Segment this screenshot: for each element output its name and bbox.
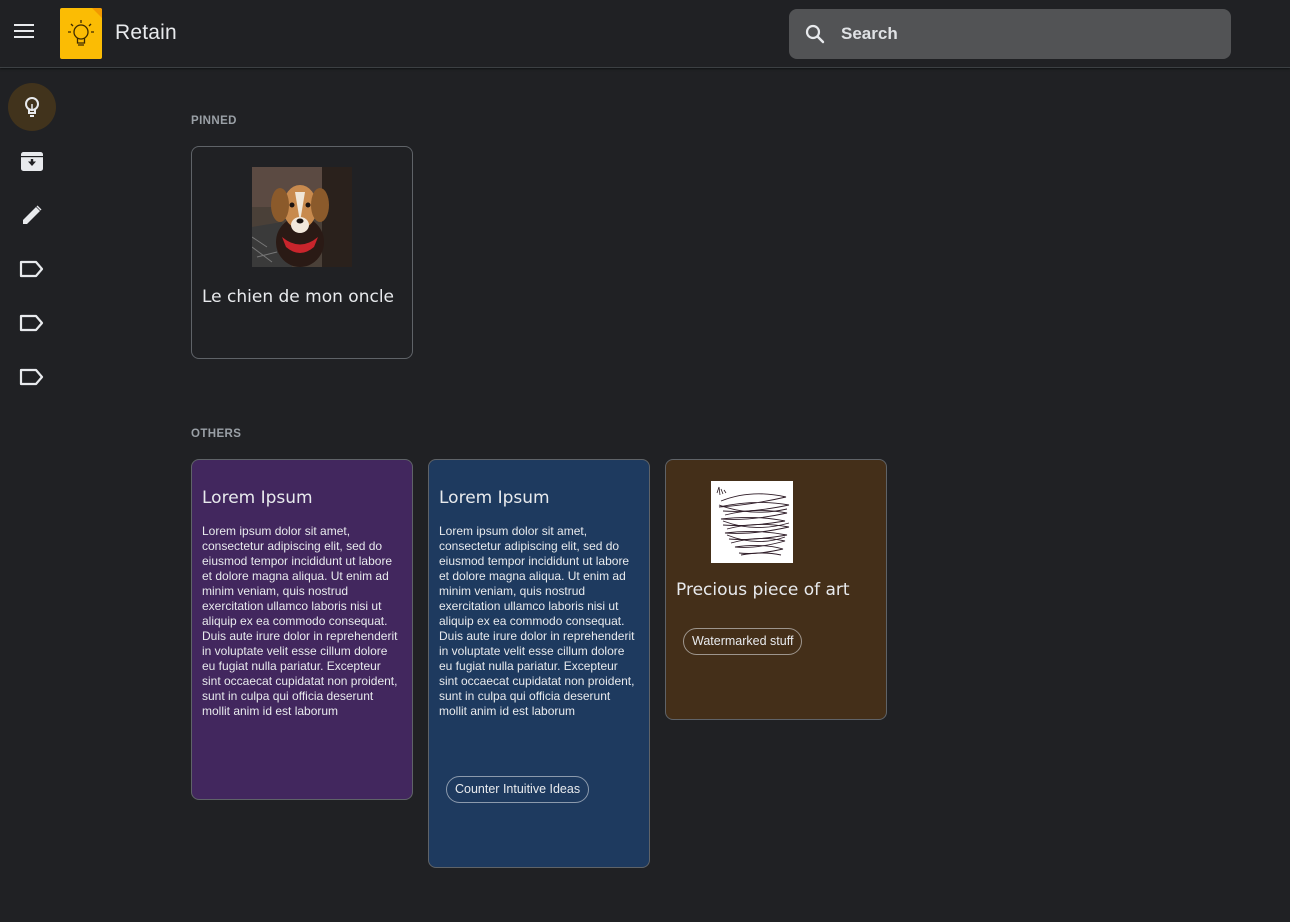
hamburger-menu-icon (14, 24, 34, 38)
scribble-drawing-image (711, 481, 793, 563)
lightbulb-icon (25, 97, 39, 117)
lightbulb-logo-icon (68, 8, 102, 46)
note-title: Lorem Ipsum (202, 488, 313, 508)
pinned-section-label: PINNED (191, 115, 237, 127)
note-card[interactable]: Lorem Ipsum Lorem ipsum dolor sit amet, … (191, 459, 413, 800)
note-body: Lorem ipsum dolor sit amet, consectetur … (439, 524, 635, 718)
note-label-chip[interactable]: Watermarked stuff (683, 628, 803, 655)
sidebar-item-label-3[interactable] (8, 353, 56, 401)
others-section-label: OTHERS (191, 428, 242, 440)
sidebar-item-archive[interactable] (8, 137, 56, 185)
sidebar-item-notes[interactable] (8, 83, 56, 131)
label-icon (19, 368, 44, 386)
main-menu-button[interactable] (10, 17, 38, 45)
sidebar-item-label-1[interactable] (8, 245, 56, 293)
sidebar-item-edit-labels[interactable] (8, 191, 56, 239)
dog-photo-image (252, 167, 352, 267)
app-logo (60, 8, 102, 59)
note-title: Lorem Ipsum (439, 488, 550, 508)
note-body: Lorem ipsum dolor sit amet, consectetur … (202, 524, 398, 718)
search-icon[interactable] (803, 22, 827, 46)
note-card[interactable]: Lorem Ipsum Lorem ipsum dolor sit amet, … (428, 459, 650, 868)
note-card-pinned[interactable]: Le chien de mon oncle (191, 146, 413, 359)
pencil-icon (23, 205, 42, 224)
search-bar[interactable] (789, 9, 1231, 59)
note-title: Le chien de mon oncle (202, 287, 395, 307)
label-icon (19, 314, 44, 332)
label-icon (19, 260, 44, 278)
note-label-chip[interactable]: Counter Intuitive Ideas (446, 776, 590, 803)
archive-icon (21, 152, 43, 171)
note-card[interactable]: Precious piece of art Watermarked stuff (665, 459, 887, 720)
note-title: Precious piece of art (676, 580, 850, 600)
app-title: Retain (115, 21, 177, 44)
search-input[interactable] (841, 9, 1211, 59)
top-app-bar: Retain (0, 0, 1290, 68)
sidebar-item-label-2[interactable] (8, 299, 56, 347)
